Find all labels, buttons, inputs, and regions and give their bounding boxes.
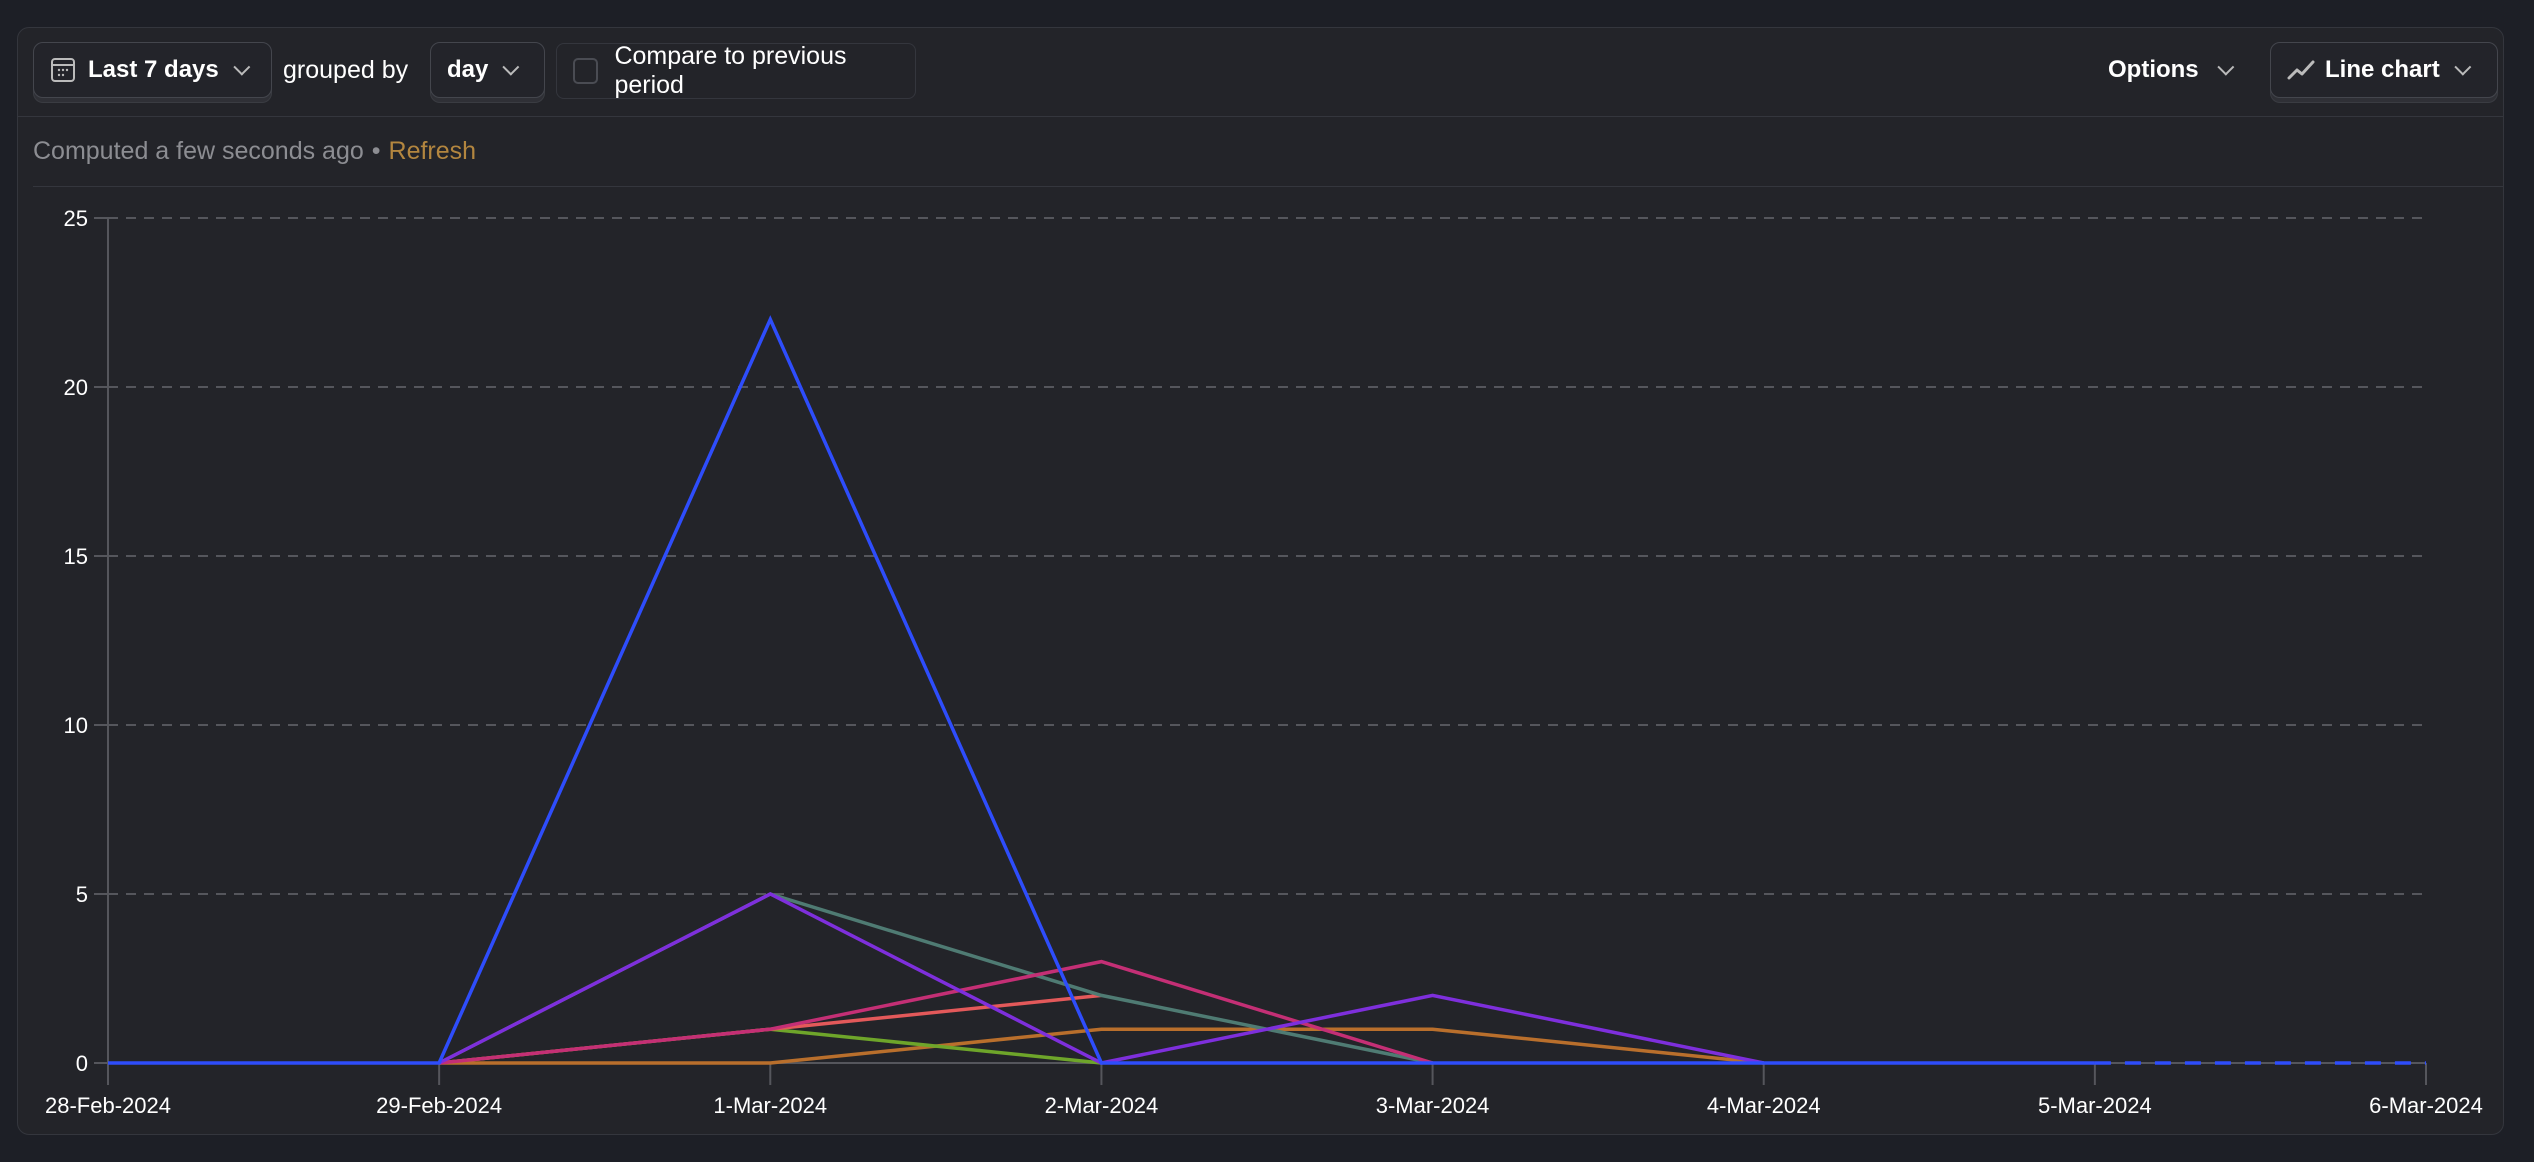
x-tick-label: 5-Mar-2024 bbox=[2038, 1093, 2152, 1118]
y-tick-label: 20 bbox=[64, 375, 88, 400]
line-chart: 0 5 10 15 20 25 28-Feb-2024 29-Feb-2024 1-Mar-20… bbox=[45, 206, 2483, 1118]
series-purple-line bbox=[438, 892, 1765, 1065]
x-tick-label: 4-Mar-2024 bbox=[1707, 1093, 1821, 1118]
y-tick-label: 0 bbox=[76, 1051, 88, 1076]
series-blue-line bbox=[108, 315, 2095, 1065]
x-tick-label: 6-Mar-2024 bbox=[2369, 1093, 2483, 1118]
y-tick-label: 25 bbox=[64, 206, 88, 231]
y-tick-label: 10 bbox=[64, 713, 88, 738]
y-tick-label: 15 bbox=[64, 544, 88, 569]
series-green-line bbox=[438, 1027, 1102, 1065]
x-tick-label: 2-Mar-2024 bbox=[1045, 1093, 1159, 1118]
x-tick-label: 3-Mar-2024 bbox=[1376, 1093, 1490, 1118]
series-orange-line bbox=[439, 1027, 1764, 1065]
y-tick-label: 5 bbox=[76, 882, 88, 907]
x-tick-label: 28-Feb-2024 bbox=[45, 1093, 171, 1118]
x-tick-label: 29-Feb-2024 bbox=[376, 1093, 502, 1118]
x-tick-label: 1-Mar-2024 bbox=[713, 1093, 827, 1118]
